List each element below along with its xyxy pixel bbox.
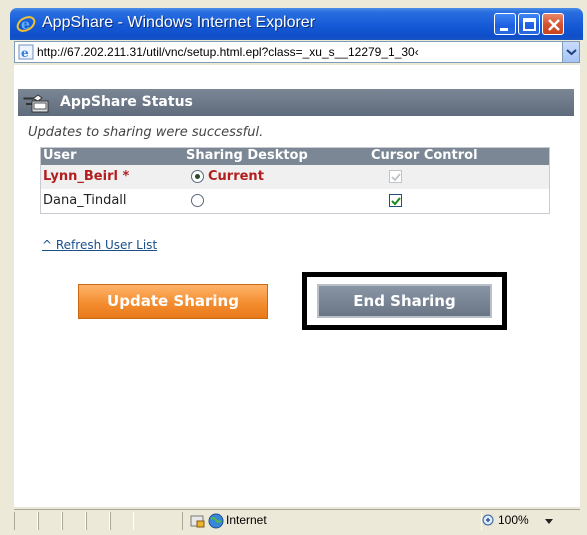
table-row: Lynn_Beirl * Current [41,165,549,189]
window-title: AppShare - Windows Internet Explorer [42,14,316,31]
end-sharing-button[interactable]: End Sharing [317,284,492,318]
security-zone-label: Internet [226,513,267,527]
sharing-table: User Sharing Desktop Cursor Control Lynn… [40,147,550,214]
maximize-icon [523,18,536,31]
cursor-control-checkbox[interactable] [389,194,402,207]
title-bar[interactable]: e AppShare - Windows Internet Explorer [10,8,583,40]
status-segment [110,512,134,530]
ie-logo-icon: e [16,16,36,33]
globe-icon [208,513,224,529]
table-row: Dana_Tindall [41,189,549,213]
header-cursor-control: Cursor Control [371,148,478,163]
status-bar: Internet 100% [14,509,580,531]
browser-window: e AppShare - Windows Internet Explorer e… [0,0,587,535]
close-icon [548,19,560,31]
zoom-icon[interactable] [482,514,496,528]
close-button[interactable] [542,13,564,35]
cursor-control-checkbox[interactable] [389,170,402,183]
user-name: Lynn_Beirl * [43,169,130,184]
sharing-current-label: Current [208,169,264,184]
url-text[interactable]: http://67.202.211.31/util/vnc/setup.html… [37,45,557,59]
zoom-level[interactable]: 100% [498,513,529,527]
table-header: User Sharing Desktop Cursor Control [41,148,549,165]
user-name: Dana_Tindall [43,193,127,208]
checkmark-icon [391,197,401,206]
status-segment [62,512,86,530]
svg-text:e: e [21,17,30,33]
ie-page-icon: e [18,44,34,60]
panel-header: AppShare Status [18,89,574,116]
header-user: User [43,148,77,163]
appshare-icon [23,94,49,113]
sharing-radio[interactable] [191,170,204,183]
chevron-down-icon [566,49,577,56]
status-message: Updates to sharing were successful. [28,125,264,140]
panel-title: AppShare Status [60,94,193,110]
page-content: AppShare Status Updates to sharing were … [14,65,580,507]
status-segment [38,512,62,530]
address-bar[interactable]: e http://67.202.211.31/util/vnc/setup.ht… [14,41,580,63]
minimize-button[interactable] [494,13,516,35]
minimize-icon [500,28,508,31]
svg-text:e: e [21,46,29,60]
maximize-button[interactable] [518,13,540,35]
header-sharing-desktop: Sharing Desktop [186,148,308,163]
zoom-dropdown-icon[interactable] [544,518,554,526]
address-dropdown-button[interactable] [562,42,579,62]
checkmark-icon [391,173,401,182]
sharing-radio[interactable] [191,194,204,207]
status-segment [14,512,38,530]
protected-mode-icon [190,515,205,528]
highlight-frame: End Sharing [302,272,507,330]
status-segment [86,512,110,530]
update-sharing-button[interactable]: Update Sharing [78,284,268,319]
refresh-user-list-link[interactable]: ^ Refresh User List [42,238,157,252]
